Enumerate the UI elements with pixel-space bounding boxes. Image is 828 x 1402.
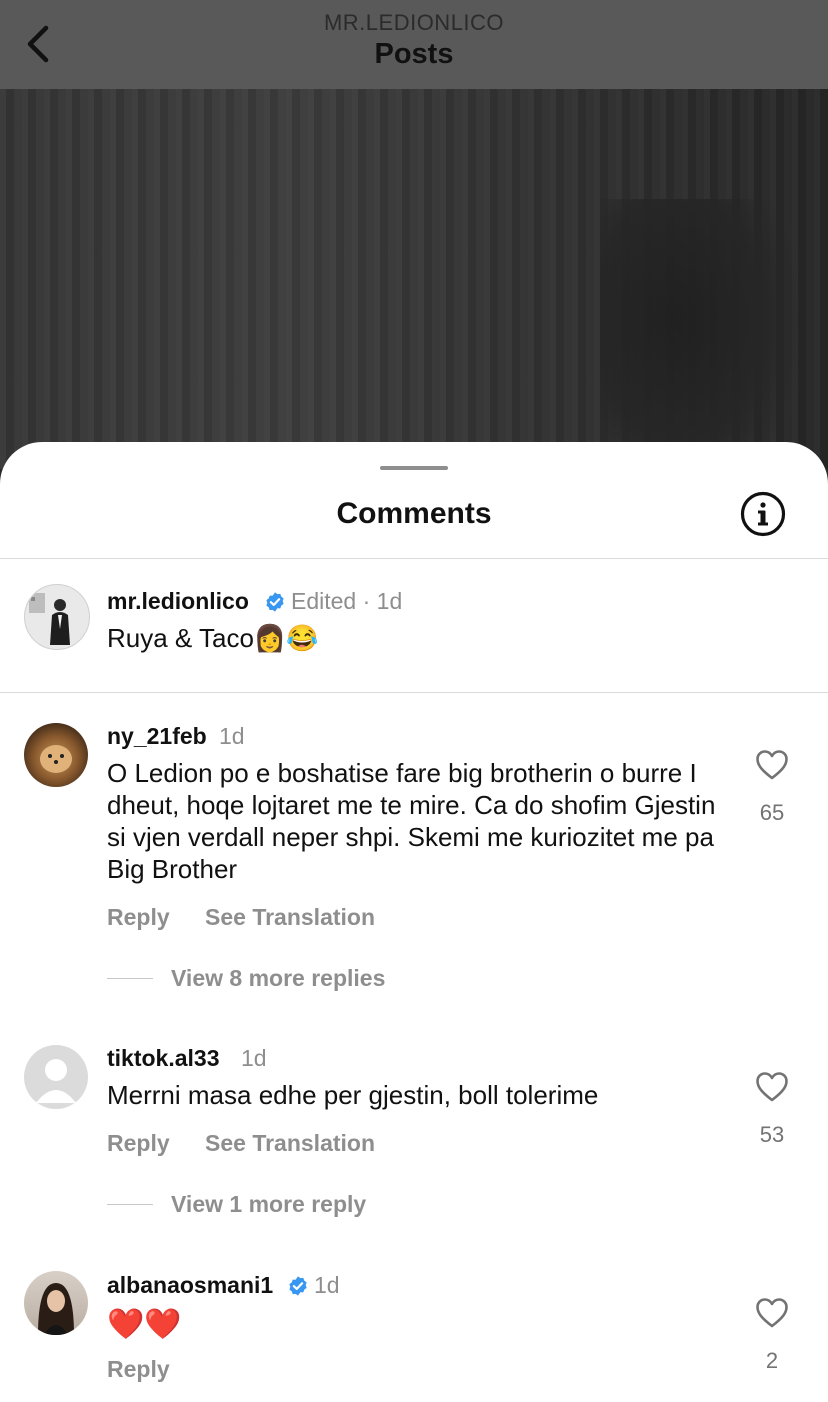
like-count: 2	[765, 1348, 779, 1373]
heart-icon[interactable]	[755, 1071, 789, 1103]
sheet-title: Comments	[336, 497, 492, 530]
comments-sheet: Comments mr.ledionlico Edited · 1d Ruya …	[0, 442, 828, 1402]
comment-time: 1d	[219, 723, 245, 749]
account-name: MR.LEDIONLICO	[323, 10, 505, 35]
divider	[0, 692, 828, 693]
heart-icon[interactable]	[755, 1297, 789, 1329]
see-translation-button[interactable]: See Translation	[205, 1130, 375, 1157]
replies-line	[107, 1204, 153, 1205]
avatar[interactable]	[24, 1045, 88, 1109]
avatar[interactable]	[24, 723, 88, 787]
comment-time: 1d	[314, 1272, 340, 1298]
comment-username[interactable]: ny_21feb	[107, 723, 207, 750]
comment-text: Merrni masa edhe per gjestin, boll toler…	[107, 1080, 599, 1110]
replies-line	[107, 978, 153, 979]
caption-meta: Edited · 1d	[291, 588, 403, 614]
info-icon[interactable]	[740, 491, 786, 537]
like-count: 53	[759, 1122, 785, 1147]
sheet-grabber[interactable]	[380, 466, 448, 470]
avatar[interactable]	[24, 1271, 88, 1335]
view-replies-button[interactable]: View 8 more replies	[171, 965, 385, 992]
like-count: 65	[759, 800, 785, 825]
verified-badge-icon	[266, 592, 284, 612]
top-header: MR.LEDIONLICO Posts	[0, 0, 828, 89]
reply-button[interactable]: Reply	[107, 1130, 170, 1157]
heart-icon[interactable]	[755, 749, 789, 781]
comment-username[interactable]: albanaosmani1	[107, 1272, 273, 1299]
comment-text: ❤️❤️	[107, 1308, 182, 1341]
comment-username[interactable]: tiktok.al33	[107, 1045, 220, 1072]
caption-text: Ruya & Taco👩😂	[107, 623, 319, 653]
divider	[0, 558, 828, 559]
reply-button[interactable]: Reply	[107, 904, 170, 931]
view-replies-button[interactable]: View 1 more reply	[171, 1191, 366, 1218]
see-translation-button[interactable]: See Translation	[205, 904, 375, 931]
page-title: Posts	[374, 38, 454, 70]
comment-text: O Ledion po e boshatise fare big brother…	[107, 758, 716, 884]
reply-button[interactable]: Reply	[107, 1356, 170, 1383]
comment-time: 1d	[241, 1045, 267, 1071]
verified-badge-icon	[289, 1276, 307, 1296]
avatar[interactable]	[24, 584, 90, 650]
post-image	[0, 89, 828, 559]
caption-username[interactable]: mr.ledionlico	[107, 588, 249, 615]
